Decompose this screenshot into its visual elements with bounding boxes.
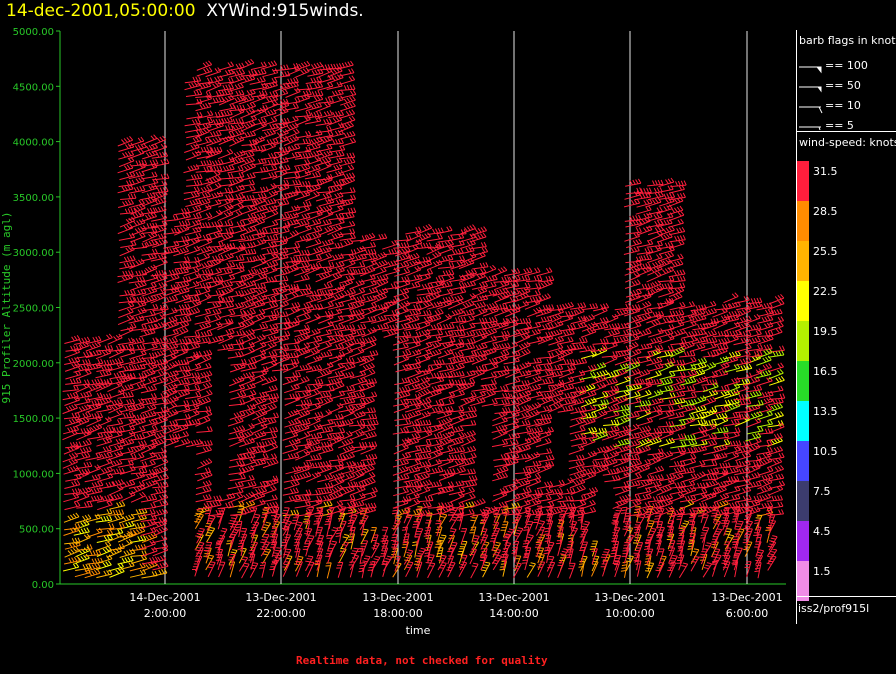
barb-flag-label: == 10 [825, 99, 861, 112]
colorbar-item: 1.5 [797, 561, 896, 601]
y-tick-label: 2000.00 [13, 359, 54, 370]
y-tick-label: 4000.00 [13, 138, 54, 149]
colorbar-item: 7.5 [797, 481, 896, 521]
y-tick-label: 0.00 [32, 580, 54, 591]
colorbar-swatch [797, 321, 809, 361]
wind-barb-group [580, 346, 785, 449]
colorbar-item: 13.5 [797, 401, 896, 441]
x-tick-label: 13-Dec-2001 [362, 591, 433, 604]
colorbar-label: 28.5 [813, 205, 838, 218]
y-tick-label: 1500.00 [13, 414, 54, 425]
data-source-label: iss2/prof915l [798, 602, 870, 615]
y-tick-label: 3500.00 [13, 193, 54, 204]
barb-flag-2: == 10 [799, 99, 861, 114]
barb-flag-0: == 100 [799, 59, 868, 74]
colorbar-label: 16.5 [813, 365, 838, 378]
colorbar-item: 28.5 [797, 201, 896, 241]
colorbar-label: 25.5 [813, 245, 838, 258]
colorbar-swatch [797, 361, 809, 401]
y-tick-label: 1000.00 [13, 469, 54, 480]
wind-barbs [62, 58, 786, 579]
colorbar-item: 10.5 [797, 441, 896, 481]
y-tick-label: 4500.00 [13, 82, 54, 93]
barb-flag-1: == 50 [799, 79, 861, 93]
colorbar-item: 31.5 [797, 161, 896, 201]
quality-notice: Realtime data, not checked for quality [296, 654, 548, 667]
y-tick-label: 5000.00 [13, 27, 54, 38]
colorbar-swatch [797, 441, 809, 481]
y-tick-label: 2500.00 [13, 304, 54, 315]
colorbar-label: 19.5 [813, 325, 838, 338]
x-axis-label: time [406, 624, 431, 637]
colorbar-swatch [797, 521, 809, 561]
colorbar-swatch [797, 561, 809, 601]
x-tick-label: 6:00:00 [726, 607, 768, 620]
y-tick-label: 500.00 [19, 525, 54, 536]
y-axis-label: 915 Profiler Altitude (m agl) [0, 211, 13, 403]
barb-flag-label: == 50 [825, 79, 861, 92]
legend-divider [797, 131, 896, 132]
x-tick-label: 13-Dec-2001 [478, 591, 549, 604]
colorbar-swatch [797, 401, 809, 441]
x-tick-label: 14:00:00 [489, 607, 538, 620]
colorbar-item: 19.5 [797, 321, 896, 361]
x-tick-label: 13-Dec-2001 [711, 591, 782, 604]
colorbar-item: 4.5 [797, 521, 896, 561]
colorbar-swatch [797, 201, 809, 241]
x-tick-label: 14-Dec-2001 [129, 591, 200, 604]
colorbar-label: 1.5 [813, 565, 831, 578]
wind-profile-chart: 0.00 500.00 1000.00 1500.00 2000.00 2500.00 30… [0, 27, 786, 637]
x-tick-label: 22:00:00 [256, 607, 305, 620]
colorbar-item: 16.5 [797, 361, 896, 401]
barb-flag-label: == 100 [825, 59, 868, 72]
colorbar-swatch [797, 281, 809, 321]
y-tick-label: 3000.00 [13, 248, 54, 259]
colorbar-item: 22.5 [797, 281, 896, 321]
colorbar-swatch [797, 481, 809, 521]
colorbar-swatch [797, 161, 809, 201]
wind-barb-group [62, 58, 786, 579]
legend-panel: barb flags in knots == 100 == 50 == 10 == 5… [796, 30, 896, 624]
x-tick-label: 2:00:00 [144, 607, 186, 620]
wind-barb-group [63, 499, 763, 579]
colorbar-label: 7.5 [813, 485, 831, 498]
x-tick-label: 18:00:00 [373, 607, 422, 620]
speed-legend-header: wind-speed: knots [799, 136, 896, 149]
x-tick-label: 10:00:00 [605, 607, 654, 620]
x-tick-label: 13-Dec-2001 [594, 591, 665, 604]
colorbar-item: 25.5 [797, 241, 896, 281]
x-tick-label: 13-Dec-2001 [245, 591, 316, 604]
legend-divider-bottom [797, 596, 896, 597]
colorbar-label: 13.5 [813, 405, 838, 418]
colorbar-label: 10.5 [813, 445, 838, 458]
colorbar-label: 22.5 [813, 285, 838, 298]
colorbar-label: 31.5 [813, 165, 838, 178]
colorbar-label: 4.5 [813, 525, 831, 538]
colorbar-swatch [797, 241, 809, 281]
